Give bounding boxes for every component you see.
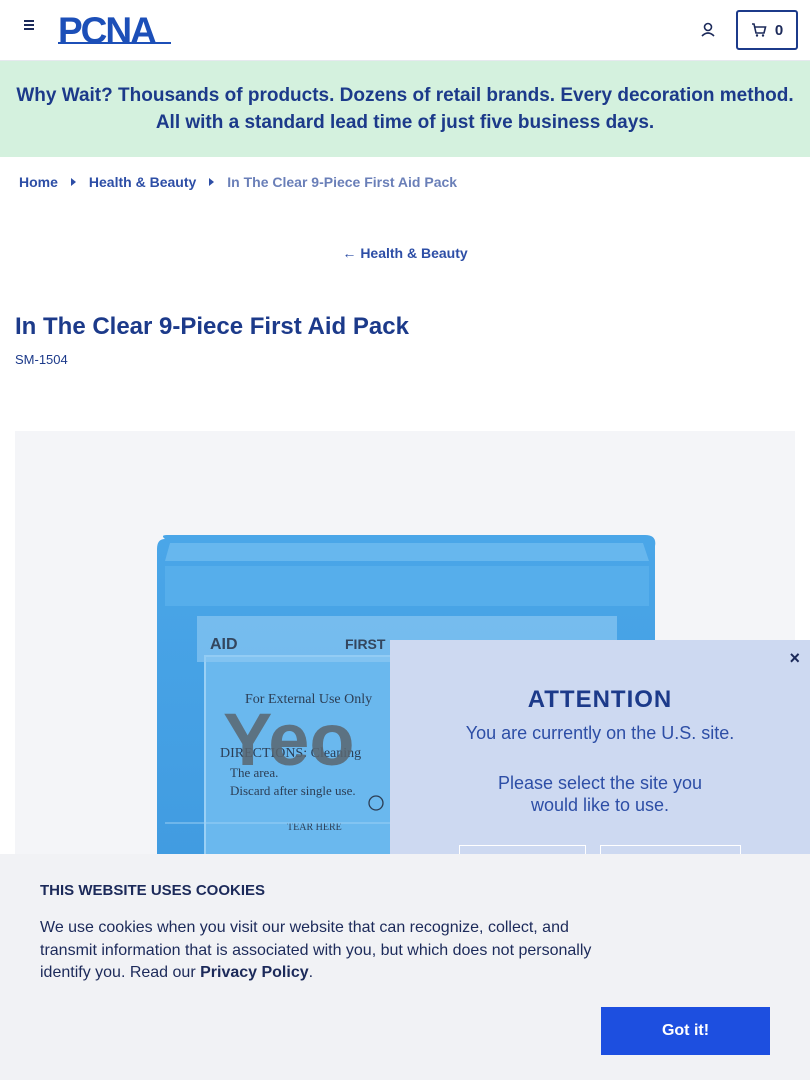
attention-title: ATTENTION — [527, 686, 673, 713]
promo-body: Thousands of products. Dozens of retail … — [118, 85, 794, 133]
product-sku: SM-1504 — [15, 352, 68, 367]
tear-here-text: TEAR HERE — [287, 822, 342, 833]
breadcrumb-home[interactable]: Home — [19, 174, 58, 190]
privacy-policy-link[interactable]: Privacy Policy — [200, 964, 309, 981]
cookie-title: THIS WEBSITE USES COOKIES — [40, 882, 266, 899]
close-icon[interactable]: × — [789, 648, 800, 669]
caret-right-icon — [209, 178, 215, 186]
first-label: FIRST — [345, 636, 386, 652]
attention-current-site: You are currently on the U.S. site. — [465, 723, 735, 743]
site-header: PCNA 0 — [0, 0, 810, 61]
cookie-period: . — [308, 964, 314, 981]
breadcrumb-current: In The Clear 9-Piece First Aid Pack — [227, 174, 458, 190]
promo-lead: Why Wait? — [16, 85, 113, 106]
aid-label: AID — [210, 636, 238, 653]
cookie-banner: THIS WEBSITE USES COOKIES We use cookies… — [0, 854, 810, 1080]
cart-icon — [751, 23, 767, 37]
logo-text: PCNA — [58, 12, 156, 46]
cookie-text: We use cookies when you visit our websit… — [40, 917, 610, 985]
attention-select-prompt: Please select the site you would like to… — [497, 773, 703, 815]
hamburger-menu-icon[interactable] — [18, 18, 40, 40]
caret-right-icon — [70, 178, 76, 186]
back-to-category-link[interactable]: ← Health & Beauty — [0, 245, 810, 261]
user-icon[interactable] — [697, 19, 719, 41]
brand-logo-text: Yeo — [223, 698, 355, 781]
promo-text: Why Wait? Thousands of products. Dozens … — [12, 82, 798, 136]
promo-banner: Why Wait? Thousands of products. Dozens … — [0, 61, 810, 157]
breadcrumb-category[interactable]: Health & Beauty — [89, 174, 196, 190]
cart-button[interactable]: 0 — [736, 10, 798, 50]
back-link-label: Health & Beauty — [360, 245, 468, 261]
discard-text: Discard after single use. — [230, 783, 356, 798]
pcna-logo[interactable]: PCNA — [58, 10, 176, 51]
breadcrumb: Home Health & Beauty In The Clear 9-Piec… — [19, 174, 457, 190]
cart-count: 0 — [774, 21, 784, 39]
cookie-body: We use cookies when you visit our websit… — [40, 919, 592, 981]
arrow-left-icon: ← — [342, 245, 357, 261]
cookie-accept-button[interactable]: Got it! — [601, 1007, 770, 1055]
product-title: In The Clear 9-Piece First Aid Pack — [15, 313, 409, 340]
